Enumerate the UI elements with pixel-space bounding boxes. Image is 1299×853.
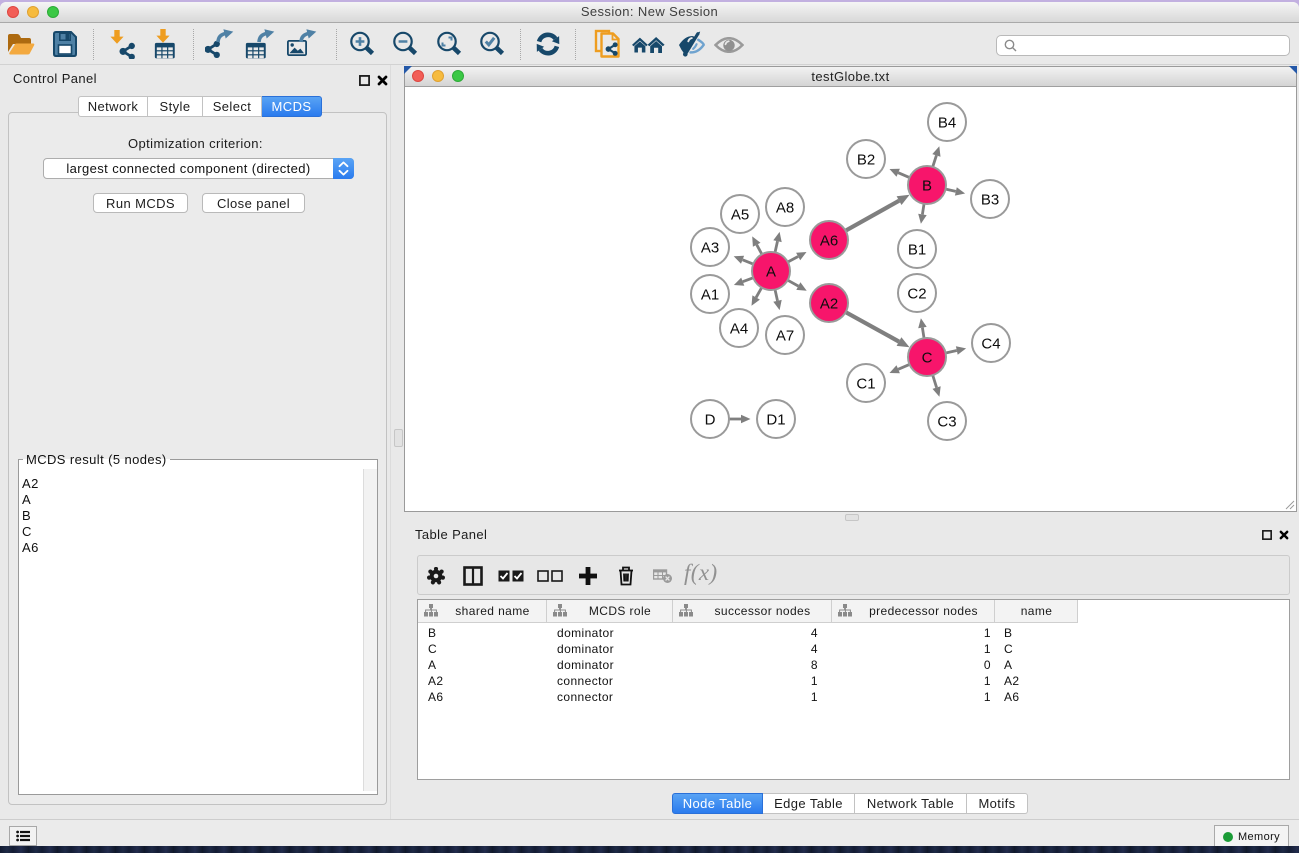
svg-text:A7: A7: [776, 328, 794, 345]
svg-text:A1: A1: [701, 287, 719, 304]
svg-text:B2: B2: [857, 152, 875, 169]
svg-text:B3: B3: [981, 192, 999, 209]
svg-text:C: C: [922, 350, 933, 367]
svg-text:A2: A2: [820, 296, 838, 313]
svg-text:D: D: [705, 412, 716, 429]
svg-text:B4: B4: [938, 115, 956, 132]
svg-text:A3: A3: [701, 240, 719, 257]
svg-text:f(x): f(x): [684, 561, 718, 585]
svg-text:C1: C1: [856, 376, 875, 393]
svg-text:A4: A4: [730, 321, 748, 338]
svg-text:C4: C4: [981, 336, 1000, 353]
svg-text:A5: A5: [731, 207, 749, 224]
svg-text:B: B: [922, 178, 932, 195]
svg-text:C3: C3: [937, 414, 956, 431]
svg-text:A: A: [766, 264, 776, 281]
svg-text:C2: C2: [907, 286, 926, 303]
svg-text:A6: A6: [820, 233, 838, 250]
svg-text:B1: B1: [908, 242, 926, 259]
svg-text:A8: A8: [776, 200, 794, 217]
svg-text:D1: D1: [766, 412, 785, 429]
